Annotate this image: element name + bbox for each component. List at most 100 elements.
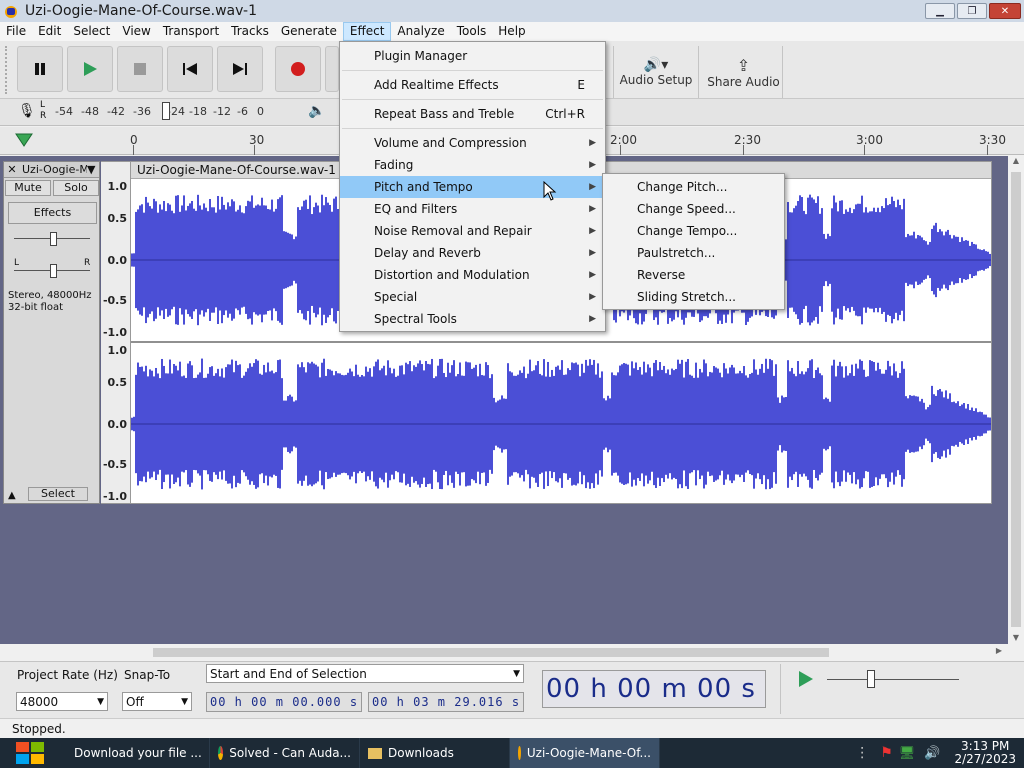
speaker-dropdown-icon: 🔊▾ [643,57,669,73]
menu-analyze[interactable]: Analyze [391,22,450,41]
meter-tick: -18 [189,105,207,118]
vertical-scrollbar[interactable]: ▲ ▼ [1008,156,1024,644]
minimize-button[interactable]: ▁ [925,3,955,19]
play-speed-thumb[interactable] [867,670,875,688]
snap-to-select[interactable]: Off ▼ [122,692,192,711]
taskbar-item[interactable]: Solved - Can Auda... [210,738,360,768]
menu-item-spectral-tools[interactable]: Spectral Tools ▶ [340,308,605,330]
record-level-slider[interactable] [162,102,170,120]
menu-item-pitch-and-tempo[interactable]: Pitch and Tempo ▶ [340,176,605,198]
horizontal-scrollbar[interactable]: ▶ [133,644,1008,661]
menu-select[interactable]: Select [67,22,116,41]
effects-button[interactable]: Effects [8,202,97,224]
system-clock[interactable]: 3:13 PM 2/27/2023 [946,740,1024,766]
volume-icon[interactable]: 🔊 [918,746,946,761]
selection-mode-select[interactable]: Start and End of Selection ▼ [206,664,524,683]
collapse-track-icon[interactable]: ▲ [8,490,16,501]
share-audio-button[interactable]: ⇪ Share Audio [705,46,783,98]
menu-view[interactable]: View [116,22,156,41]
menu-tools[interactable]: Tools [451,22,493,41]
start-button[interactable] [0,738,60,768]
menu-item-label: Change Speed... [637,202,736,216]
menu-item-noise-removal-and-repair[interactable]: Noise Removal and Repair ▶ [340,220,605,242]
gain-slider-thumb[interactable] [50,232,57,246]
record-button[interactable] [275,46,321,92]
stop-button[interactable] [117,46,163,92]
microphone-icon[interactable]: 🎙 [18,103,36,119]
speaker-icon[interactable]: 🔈 [308,103,325,119]
menu-transport[interactable]: Transport [157,22,225,41]
mute-button[interactable]: Mute [5,180,51,196]
menu-item-change-pitch[interactable]: Change Pitch... [603,176,784,198]
taskbar-item[interactable]: Uzi-Oogie-Mane-Of... [510,738,660,768]
taskbar-item[interactable]: Download your file ... [60,738,210,768]
menu-item-delay-and-reverb[interactable]: Delay and Reverb ▶ [340,242,605,264]
select-track-button[interactable]: Select [28,487,88,501]
taskbar-item-label: Solved - Can Auda... [229,746,351,760]
menu-item-change-tempo[interactable]: Change Tempo... [603,220,784,242]
menu-item-eq-and-filters[interactable]: EQ and Filters ▶ [340,198,605,220]
audio-position-time[interactable]: 00 h 00 m 00 s [542,670,766,708]
track-format-info: Stereo, 48000Hz [8,290,92,301]
solo-button[interactable]: Solo [53,180,99,196]
taskbar-item[interactable]: Downloads [360,738,510,768]
skip-to-end-button[interactable] [217,46,263,92]
play-button[interactable] [67,46,113,92]
maximize-button[interactable]: ❐ [957,3,987,19]
flag-icon[interactable]: ⚑ [877,745,896,761]
recording-meter[interactable]: -54 -48 -42 -36 -24 -18 -12 -6 0 [55,105,285,118]
track-name-menu[interactable]: Uzi-Oogie-M [20,163,87,176]
vertical-scroll-thumb[interactable] [1011,172,1021,627]
windows-logo-icon [16,742,44,764]
horizontal-scroll-thumb[interactable] [153,648,829,657]
menu-item-special[interactable]: Special ▶ [340,286,605,308]
audio-setup-button[interactable]: 🔊▾ Audio Setup [613,46,699,98]
meter-tick: -12 [213,105,231,118]
menu-item-volume-and-compression[interactable]: Volume and Compression ▶ [340,132,605,154]
menu-edit[interactable]: Edit [32,22,67,41]
menu-tracks[interactable]: Tracks [225,22,275,41]
audacity-logo-icon [3,3,19,19]
network-icon[interactable]: 🖥 [896,746,919,761]
menu-item-label: Fading [374,158,414,172]
pan-left-label: L [14,258,20,268]
shortcut-label: E [577,78,585,92]
selection-start-time[interactable]: 00 h 00 m 00.000 s [206,692,362,712]
pause-button[interactable] [17,46,63,92]
menu-item-paulstretch[interactable]: Paulstretch... [603,242,784,264]
submenu-arrow-icon: ▶ [589,226,596,236]
play-at-speed-icon[interactable] [797,670,815,688]
menu-item-reverse[interactable]: Reverse [603,264,784,286]
menu-item-add-realtime-effects[interactable]: Add Realtime Effects E [340,74,605,96]
selection-end-time[interactable]: 00 h 03 m 29.016 s [368,692,524,712]
menu-item-change-speed[interactable]: Change Speed... [603,198,784,220]
menu-generate[interactable]: Generate [275,22,343,41]
play-speed-slider[interactable] [827,679,959,680]
loop-button[interactable] [325,46,339,92]
more-icon[interactable]: ⋮ [847,745,877,761]
menu-item-repeat-bass-and-treble[interactable]: Repeat Bass and Treble Ctrl+R [340,103,605,125]
track-menu-dropdown-icon[interactable]: ▼ [87,163,99,176]
menu-item-plugin-manager[interactable]: Plugin Manager [340,45,605,67]
menu-item-fading[interactable]: Fading ▶ [340,154,605,176]
skip-to-start-button[interactable] [167,46,213,92]
scale-label: -0.5 [102,294,127,307]
vertical-scale[interactable]: 1.0 0.5 0.0 -0.5 -1.0 1.0 0.5 0.0 -0.5 -… [101,161,130,504]
menu-file[interactable]: File [0,22,32,41]
menu-effect[interactable]: Effect [342,22,392,41]
play-head-icon[interactable] [15,132,33,151]
menu-item-sliding-stretch[interactable]: Sliding Stretch... [603,286,784,308]
pause-icon [35,63,45,75]
selection-mode-value: Start and End of Selection [210,666,367,681]
snap-to-value: Off [126,694,144,709]
toolbar-grip[interactable] [5,46,13,94]
pan-slider-thumb[interactable] [50,264,57,278]
track-bitdepth-info: 32-bit float [8,302,64,313]
close-button[interactable]: ✕ [989,3,1021,19]
selection-start-value: 00 h 00 m 00.000 s [210,695,359,709]
project-rate-select[interactable]: 48000 ▼ [16,692,108,711]
menu-help[interactable]: Help [492,22,531,41]
menu-item-distortion-and-modulation[interactable]: Distortion and Modulation ▶ [340,264,605,286]
close-track-icon[interactable]: ✕ [4,163,20,176]
title-bar: Uzi-Oogie-Mane-Of-Course.wav-1 ▁ ❐ ✕ [0,0,1024,22]
